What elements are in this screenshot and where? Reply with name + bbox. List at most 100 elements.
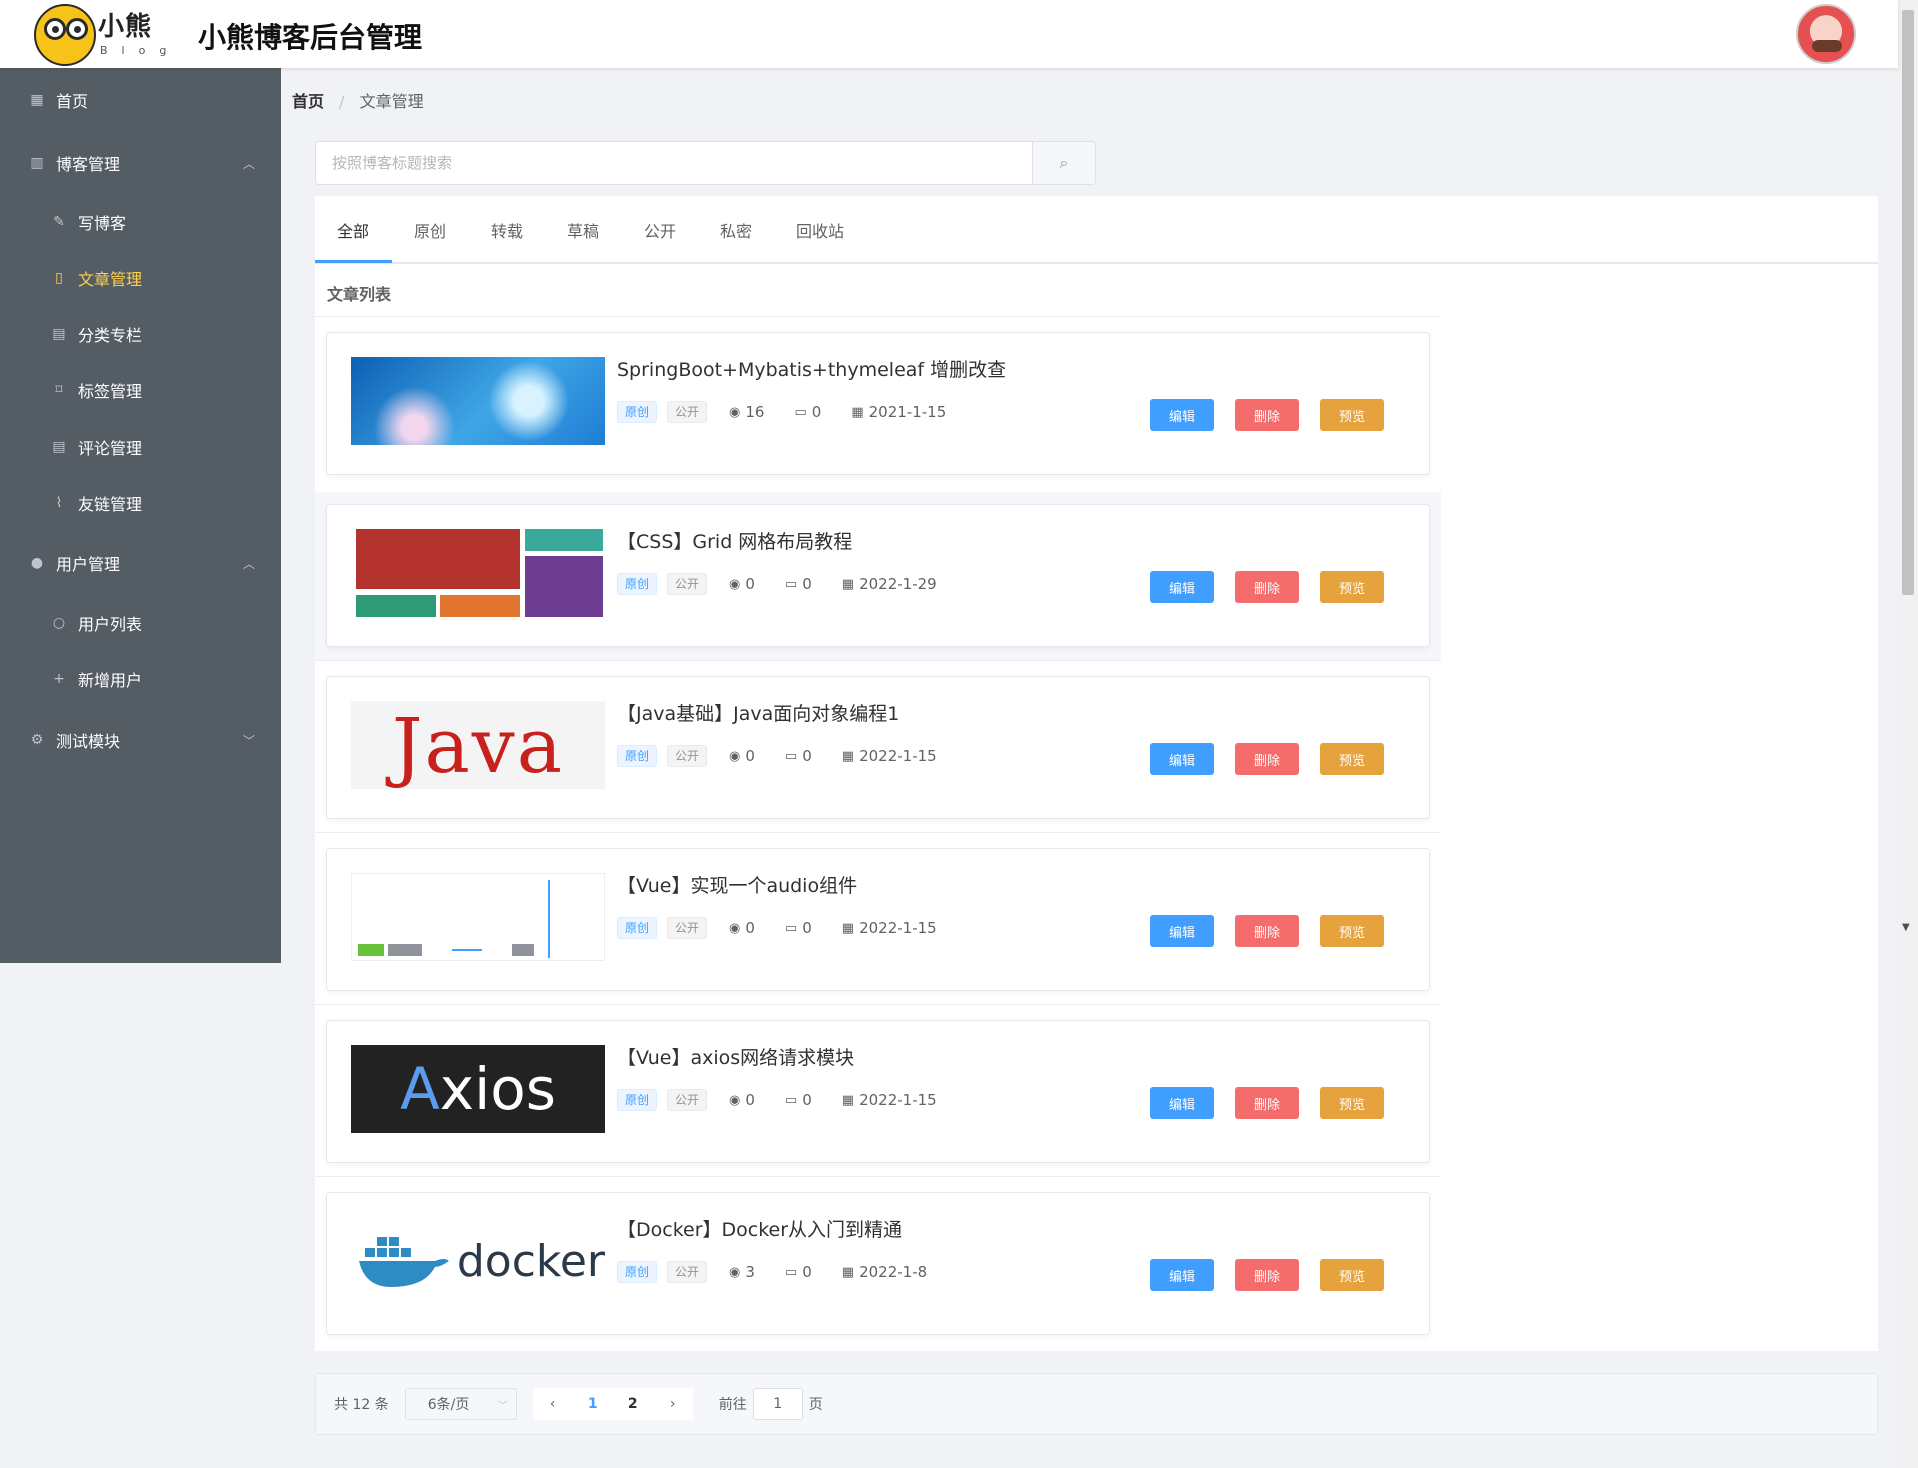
comment-count: 0: [811, 403, 822, 421]
delete-button[interactable]: 删除: [1235, 915, 1299, 947]
visibility-tag: 公开: [667, 1089, 708, 1111]
preview-button[interactable]: 预览: [1320, 1259, 1384, 1291]
article-thumbnail[interactable]: Axios: [351, 1045, 605, 1133]
article-card[interactable]: 【Vue】实现一个audio组件 原创 公开 ◉ 0 ▭ 0 ▦ 2022-1-15 …: [326, 848, 1430, 991]
sidebar-item-article-management[interactable]: ▯ 文章管理: [0, 250, 281, 306]
article-title[interactable]: 【Docker】Docker从入门到精通: [617, 1215, 902, 1242]
article-thumbnail[interactable]: docker: [351, 1217, 605, 1305]
page-scrollbar[interactable]: ▼: [1898, 0, 1918, 1468]
sidebar-item-add-user[interactable]: + 新增用户: [0, 651, 281, 707]
delete-button[interactable]: 删除: [1235, 399, 1299, 431]
article-actions: 编辑 删除 预览: [1150, 915, 1405, 947]
page-size-value: 6条/页: [427, 1397, 470, 1413]
tab-reprint[interactable]: 转载: [491, 218, 523, 242]
sidebar-item-label: 博客管理: [56, 155, 121, 174]
article-card[interactable]: docker 【Docker】Docker从入门到精通 原创 公开 ◉ 3 ▭ 0 …: [326, 1192, 1430, 1335]
page-suffix: 页: [808, 1397, 823, 1413]
preview-button[interactable]: 预览: [1320, 915, 1384, 947]
article-thumbnail[interactable]: Java: [351, 701, 605, 789]
delete-button[interactable]: 删除: [1235, 1087, 1299, 1119]
prev-page-button[interactable]: ‹: [533, 1396, 573, 1412]
delete-button[interactable]: 删除: [1235, 743, 1299, 775]
paperclip-icon: ⌇: [55, 495, 63, 511]
logo[interactable]: 小熊 Blog: [34, 2, 166, 66]
eye-icon: ◉: [729, 920, 741, 936]
visibility-tag: 公开: [667, 745, 708, 767]
view-count: 0: [745, 919, 755, 937]
page-size-select[interactable]: 6条/页 ﹀: [404, 1388, 517, 1420]
preview-button[interactable]: 预览: [1320, 1087, 1384, 1119]
scrollbar-thumb[interactable]: [1902, 10, 1914, 595]
scroll-down-arrow-icon[interactable]: ▼: [1902, 922, 1910, 933]
sidebar-item-tags[interactable]: ⌑ 标签管理: [0, 362, 281, 418]
view-count: 16: [745, 403, 765, 421]
article-card[interactable]: SpringBoot+Mybatis+thymeleaf 增删改查 原创 公开 …: [326, 332, 1430, 475]
preview-button[interactable]: 预览: [1320, 743, 1384, 775]
search-input[interactable]: [316, 142, 1032, 184]
tab-draft[interactable]: 草稿: [567, 218, 599, 242]
tab-recycle-bin[interactable]: 回收站: [796, 218, 844, 242]
sidebar-item-home[interactable]: ▦ 首页: [0, 72, 281, 128]
delete-button[interactable]: 删除: [1235, 571, 1299, 603]
article-card[interactable]: 【CSS】Grid 网格布局教程 原创 公开 ◉ 0 ▭ 0 ▦ 2022-1-29 …: [326, 504, 1430, 647]
sidebar-item-blog-management[interactable]: ▥ 博客管理 ︿: [0, 135, 281, 191]
preview-button[interactable]: 预览: [1320, 571, 1384, 603]
article-card[interactable]: Axios 【Vue】axios网络请求模块 原创 公开 ◉ 0 ▭ 0 ▦ 2022…: [326, 1020, 1430, 1163]
tab-all[interactable]: 全部: [337, 218, 369, 242]
article-thumbnail[interactable]: [351, 357, 605, 445]
breadcrumb-home[interactable]: 首页: [292, 92, 324, 111]
sidebar-item-comments[interactable]: ▤ 评论管理: [0, 419, 281, 475]
edit-button[interactable]: 编辑: [1150, 743, 1214, 775]
gear-icon: ⚙: [30, 732, 44, 748]
edit-button[interactable]: 编辑: [1150, 915, 1214, 947]
page-number[interactable]: 2: [613, 1396, 653, 1412]
article-actions: 编辑 删除 预览: [1150, 1259, 1405, 1291]
sidebar-item-write-blog[interactable]: ✎ 写博客: [0, 194, 281, 250]
preview-button[interactable]: 预览: [1320, 399, 1384, 431]
article-title[interactable]: 【Java基础】Java面向对象编程1: [617, 699, 899, 726]
edit-button[interactable]: 编辑: [1150, 399, 1214, 431]
article-thumbnail[interactable]: [351, 873, 605, 961]
sidebar-item-label: 首页: [56, 92, 89, 111]
comment-count: 0: [802, 1091, 812, 1109]
eye-icon: ◉: [729, 1264, 741, 1280]
article-title[interactable]: SpringBoot+Mybatis+thymeleaf 增删改查: [617, 355, 1006, 382]
tab-public[interactable]: 公开: [644, 218, 676, 242]
type-tag: 原创: [617, 745, 658, 767]
delete-button[interactable]: 删除: [1235, 1259, 1299, 1291]
next-page-button[interactable]: ›: [653, 1396, 693, 1412]
goto-label: 前往: [718, 1397, 747, 1413]
article-meta: 原创 公开 ◉ 0 ▭ 0 ▦ 2022-1-29: [617, 573, 937, 595]
sidebar-item-friend-links[interactable]: ⌇ 友链管理: [0, 475, 281, 531]
article-meta: 原创 公开 ◉ 16 ▭ 0 ▦ 2021-1-15: [617, 401, 946, 423]
tab-private[interactable]: 私密: [720, 218, 752, 242]
tab-original[interactable]: 原创: [414, 218, 446, 242]
goto-page-input[interactable]: [752, 1388, 803, 1420]
edit-button[interactable]: 编辑: [1150, 1259, 1214, 1291]
article-meta: 原创 公开 ◉ 0 ▭ 0 ▦ 2022-1-15: [617, 745, 937, 767]
sidebar-item-user-management[interactable]: ● 用户管理 ︿: [0, 535, 281, 591]
top-header: 小熊 Blog 小熊博客后台管理: [0, 0, 1898, 68]
chevron-down-icon: ﹀: [497, 1400, 508, 1412]
sidebar-item-label: 用户管理: [56, 555, 121, 574]
sidebar-item-test-module[interactable]: ⚙ 测试模块 ﹀: [0, 712, 281, 768]
page-number[interactable]: 1: [573, 1396, 613, 1412]
sidebar-item-categories[interactable]: ▤ 分类专栏: [0, 306, 281, 362]
sidebar-item-user-list[interactable]: ○ 用户列表: [0, 595, 281, 651]
edit-button[interactable]: 编辑: [1150, 571, 1214, 603]
comment-icon: ▭: [784, 748, 798, 764]
user-avatar[interactable]: [1796, 4, 1856, 64]
article-actions: 编辑 删除 预览: [1150, 571, 1405, 603]
comment-icon: ▭: [784, 920, 798, 936]
sidebar-item-label: 测试模块: [56, 732, 121, 751]
search-button[interactable]: ⌕: [1032, 142, 1095, 184]
comment-icon: ▭: [794, 404, 807, 420]
article-card[interactable]: Java 【Java基础】Java面向对象编程1 原创 公开 ◉ 0 ▭ 0 ▦ 20…: [326, 676, 1430, 819]
edit-button[interactable]: 编辑: [1150, 1087, 1214, 1119]
article-title[interactable]: 【Vue】axios网络请求模块: [617, 1043, 854, 1070]
notebook-icon: ▯: [55, 270, 63, 286]
article-thumbnail[interactable]: [351, 529, 605, 617]
article-title[interactable]: 【CSS】Grid 网格布局教程: [617, 527, 852, 554]
thumbnail-text: Java: [391, 701, 565, 789]
article-title[interactable]: 【Vue】实现一个audio组件: [617, 871, 857, 898]
